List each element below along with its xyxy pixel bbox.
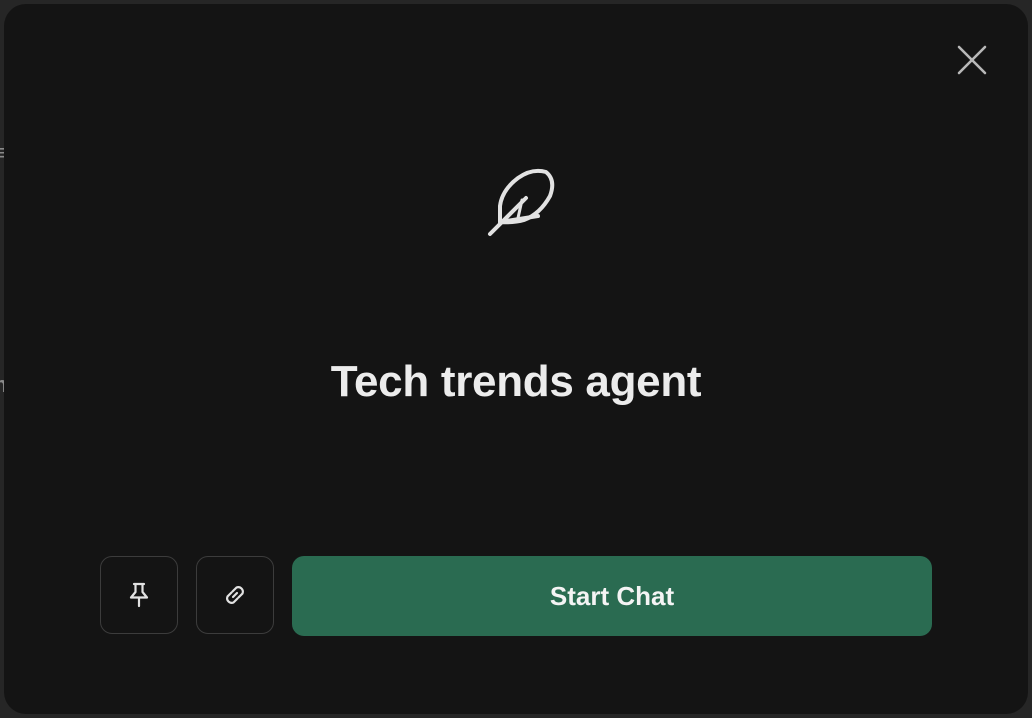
feather-icon (476, 156, 564, 244)
close-icon (957, 45, 987, 75)
start-chat-button[interactable]: Start Chat (292, 556, 932, 636)
agent-modal: Tech trends agent Start Chat (4, 4, 1028, 714)
pin-button[interactable] (100, 556, 178, 634)
close-button[interactable] (952, 40, 992, 80)
link-icon (226, 586, 244, 604)
pin-icon (129, 582, 149, 608)
copy-link-button[interactable] (196, 556, 274, 634)
agent-title: Tech trends agent (330, 357, 702, 406)
